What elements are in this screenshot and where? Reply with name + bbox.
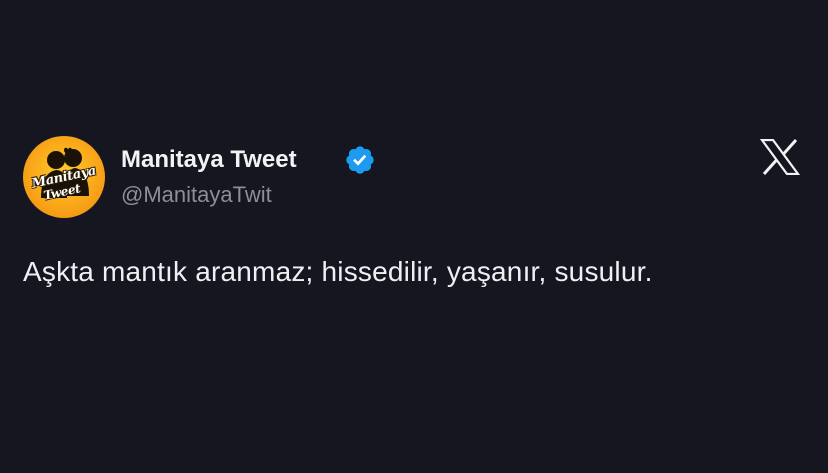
x-logo-icon[interactable]: [760, 139, 800, 175]
avatar[interactable]: Manitaya Tweet: [23, 136, 105, 218]
verified-badge-icon: [346, 146, 374, 174]
tweet-text: Aşkta mantık aranmaz; hissedilir, yaşanı…: [23, 256, 653, 287]
user-handle[interactable]: @ManitayaTwit: [121, 181, 272, 209]
display-name[interactable]: Manitaya Tweet: [121, 145, 297, 175]
tweet-card: Manitaya Tweet Manitaya Tweet @ManitayaT…: [0, 0, 828, 473]
